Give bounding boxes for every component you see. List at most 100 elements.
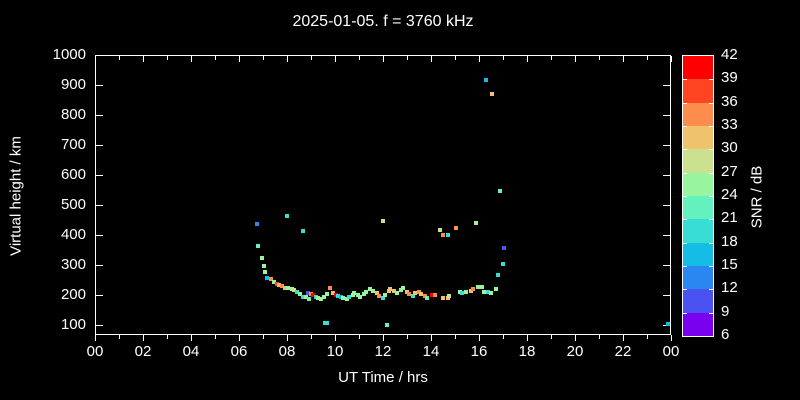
x-axis-tick — [527, 335, 528, 341]
colorbar-block — [683, 219, 713, 243]
x-axis-tick — [431, 335, 432, 341]
colorbar-tick — [683, 289, 687, 291]
colorbar-block — [683, 102, 713, 126]
colorbar-tick-label: 21 — [721, 209, 738, 227]
colorbar-tick — [709, 79, 713, 81]
chart-title: 2025-01-05. f = 3760 kHz — [292, 13, 474, 30]
x-axis-tick — [575, 335, 576, 341]
y-tick-label: 900 — [60, 76, 86, 93]
y-tick-label: 800 — [60, 106, 86, 123]
colorbar-tick-label: 24 — [721, 186, 738, 203]
colorbar-tick — [709, 289, 713, 291]
y-tick-label: 100 — [60, 316, 86, 333]
colorbar-tick-label: 18 — [721, 232, 738, 250]
x-tick-label: 06 — [230, 343, 248, 360]
colorbar-block — [683, 196, 713, 220]
x-axis-tick — [383, 335, 384, 341]
colorbar-tick-label: 33 — [721, 116, 738, 133]
x-axis-tick — [143, 335, 144, 341]
x-axis-tick — [311, 335, 312, 339]
colorbar-tick-label: 15 — [721, 256, 738, 273]
colorbar-tick-label: 39 — [721, 69, 738, 87]
plot-border — [95, 55, 671, 335]
x-tick-label: 16 — [470, 343, 488, 360]
colorbar-block — [683, 312, 713, 336]
y-tick-label: 400 — [60, 226, 86, 243]
colorbar-block — [683, 266, 713, 290]
colorbar-tick — [683, 172, 687, 174]
x-tick-label: 22 — [614, 343, 632, 360]
y-axis-label: Virtual height / km — [7, 136, 25, 256]
x-axis-tick — [671, 56, 672, 62]
colorbar — [682, 55, 714, 337]
colorbar-block — [683, 79, 713, 103]
x-tick-label: 18 — [518, 343, 536, 360]
x-tick-label: 04 — [182, 343, 200, 360]
colorbar-block — [683, 56, 713, 80]
x-tick-label: 00 — [662, 343, 680, 360]
colorbar-tick-label: 12 — [721, 279, 738, 297]
x-tick-label: 14 — [422, 343, 440, 360]
x-axis-tick — [407, 335, 408, 339]
x-tick-label: 00 — [86, 343, 104, 360]
colorbar-block — [683, 242, 713, 266]
colorbar-tick — [683, 79, 687, 81]
x-axis-tick — [455, 335, 456, 339]
colorbar-tick — [709, 172, 713, 174]
colorbar-tick — [683, 102, 687, 104]
colorbar-tick-label: 42 — [721, 46, 738, 63]
x-tick-label: 02 — [134, 343, 152, 360]
colorbar-tick-label: 36 — [721, 92, 738, 110]
y-tick-label: 200 — [60, 286, 86, 303]
y-tick-label: 600 — [60, 166, 86, 183]
x-tick-label: 12 — [374, 343, 392, 360]
colorbar-tick-label: 27 — [721, 162, 738, 180]
colorbar-tick — [709, 149, 713, 151]
x-axis-tick — [551, 335, 552, 339]
y-tick-label: 700 — [60, 136, 86, 153]
colorbar-tick — [709, 312, 713, 314]
x-axis-tick — [647, 335, 648, 339]
colorbar-tick — [709, 242, 713, 244]
x-axis-tick — [359, 335, 360, 339]
x-axis-tick — [191, 335, 192, 341]
x-axis-tick — [623, 335, 624, 341]
x-axis-tick — [263, 335, 264, 339]
colorbar-tick — [709, 266, 713, 267]
x-axis-tick — [671, 335, 672, 341]
colorbar-tick — [683, 196, 687, 197]
x-tick-label: 20 — [566, 343, 584, 360]
colorbar-tick — [709, 102, 713, 104]
x-axis-label: UT Time / hrs — [338, 369, 428, 386]
x-tick-label: 10 — [326, 343, 344, 360]
colorbar-tick — [683, 219, 687, 221]
colorbar-block — [683, 172, 713, 196]
x-axis-tick — [479, 335, 480, 341]
y-tick-label: 300 — [60, 256, 86, 273]
colorbar-tick-label: 30 — [721, 139, 738, 157]
colorbar-tick — [683, 266, 687, 267]
x-axis-tick — [239, 335, 240, 341]
x-axis-tick — [599, 335, 600, 339]
ionogram-chart: 2025-01-05. f = 3760 kHz 00 02 04 06 08 10 12 1… — [0, 0, 800, 400]
colorbar-tick — [709, 126, 713, 127]
colorbar-tick-label: 6 — [721, 326, 730, 343]
colorbar-block — [683, 149, 713, 173]
colorbar-tick — [683, 149, 687, 151]
colorbar-tick — [683, 242, 687, 244]
x-axis-tick — [335, 335, 336, 341]
x-tick-label: 08 — [278, 343, 296, 360]
y-tick-label: 1000 — [52, 46, 86, 63]
x-axis-tick — [119, 335, 120, 339]
y-tick-label: 500 — [60, 196, 86, 213]
x-axis-tick — [95, 335, 96, 341]
colorbar-tick — [709, 219, 713, 221]
x-axis-tick — [287, 335, 288, 341]
colorbar-block — [683, 289, 713, 313]
colorbar-block — [683, 126, 713, 150]
colorbar-tick — [709, 196, 713, 197]
x-axis-tick — [167, 335, 168, 339]
colorbar-tick — [683, 126, 687, 127]
x-axis-tick — [215, 335, 216, 339]
colorbar-tick — [683, 312, 687, 314]
